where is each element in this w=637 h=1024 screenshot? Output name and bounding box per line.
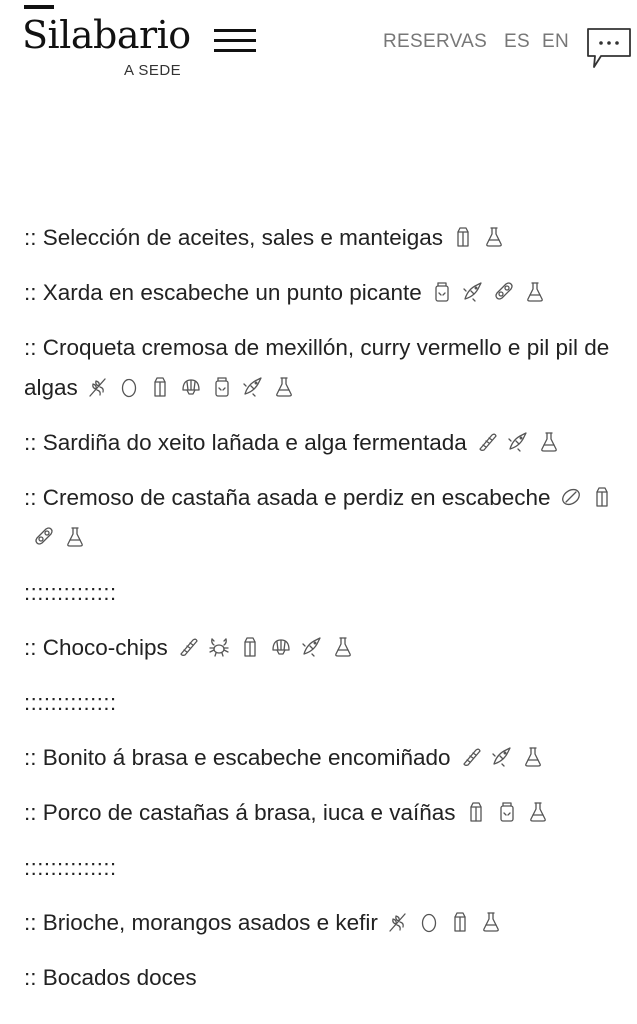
milk-icon xyxy=(149,375,171,399)
tasting-menu-list: :: Selección de aceites, sales e manteig… xyxy=(24,218,634,1013)
separator-text: :::::::::::::: xyxy=(24,855,117,880)
crustacean-icon xyxy=(208,635,230,659)
chat-bubble-icon[interactable] xyxy=(585,23,633,71)
dish-name: :: Choco-chips xyxy=(24,635,168,660)
dish-name: :: Cremoso de castaña asada e perdiz en … xyxy=(24,485,551,510)
menu-dish: :: Bonito á brasa e escabeche encomiñado xyxy=(24,738,634,778)
dish-name: :: Bonito á brasa e escabeche encomiñado xyxy=(24,745,451,770)
soy-icon xyxy=(33,525,55,549)
site-logo[interactable]: Silabario xyxy=(22,16,191,54)
fish-icon xyxy=(491,745,513,769)
sulphites-icon xyxy=(538,430,560,454)
milk-icon xyxy=(591,485,613,509)
fish-icon xyxy=(301,635,323,659)
lang-es-link[interactable]: ES xyxy=(504,31,530,53)
dish-name: :: Brioche, morangos asados e kefir xyxy=(24,910,378,935)
sulphites-icon xyxy=(273,375,295,399)
menu-separator: :::::::::::::: xyxy=(24,683,634,723)
menu-dish: :: Selección de aceites, sales e manteig… xyxy=(24,218,634,258)
nav-reservas-link[interactable]: RESERVAS xyxy=(383,31,487,53)
celery-icon xyxy=(177,635,199,659)
gluten-icon xyxy=(87,375,109,399)
logo-topbar xyxy=(24,5,54,9)
menu-dish: :: Brioche, morangos asados e kefir xyxy=(24,903,634,943)
milk-icon xyxy=(452,225,474,249)
milk-icon xyxy=(465,800,487,824)
soy-icon xyxy=(493,280,515,304)
menu-separator: :::::::::::::: xyxy=(24,573,634,613)
mustard-icon xyxy=(431,280,453,304)
sulphites-icon xyxy=(480,910,502,934)
mustard-icon xyxy=(211,375,233,399)
mollusc-icon xyxy=(180,375,202,399)
mustard-icon xyxy=(496,800,518,824)
dish-name: :: Croqueta cremosa de mexillón, curry v… xyxy=(24,335,610,400)
menu-dish: :: Xarda en escabeche un punto picante xyxy=(24,273,634,313)
sulphites-icon xyxy=(483,225,505,249)
sulphites-icon xyxy=(64,525,86,549)
celery-icon xyxy=(460,745,482,769)
dish-name: :: Sardiña do xeito lañada e alga fermen… xyxy=(24,430,467,455)
dish-name: :: Xarda en escabeche un punto picante xyxy=(24,280,422,305)
egg-icon xyxy=(118,375,140,399)
menu-dish: :: Cremoso de castaña asada e perdiz en … xyxy=(24,478,634,558)
lang-en-link[interactable]: EN xyxy=(542,31,569,53)
milk-icon xyxy=(239,635,261,659)
dish-name: :: Bocados doces xyxy=(24,965,197,990)
menu-separator: :::::::::::::: xyxy=(24,848,634,888)
fish-icon xyxy=(507,430,529,454)
gluten-icon xyxy=(387,910,409,934)
hamburger-menu-icon[interactable] xyxy=(214,29,256,55)
nuts-icon xyxy=(560,485,582,509)
milk-icon xyxy=(449,910,471,934)
sulphites-icon xyxy=(332,635,354,659)
menu-dish: :: Croqueta cremosa de mexillón, curry v… xyxy=(24,328,634,408)
sulphites-icon xyxy=(522,745,544,769)
menu-dish: :: Sardiña do xeito lañada e alga fermen… xyxy=(24,423,634,463)
separator-text: :::::::::::::: xyxy=(24,580,117,605)
mollusc-icon xyxy=(270,635,292,659)
fish-icon xyxy=(462,280,484,304)
celery-icon xyxy=(476,430,498,454)
dish-name: :: Selección de aceites, sales e manteig… xyxy=(24,225,443,250)
fish-icon xyxy=(242,375,264,399)
sulphites-icon xyxy=(524,280,546,304)
menu-dish: :: Porco de castañas á brasa, iuca e vaí… xyxy=(24,793,634,833)
sulphites-icon xyxy=(527,800,549,824)
menu-dish: :: Bocados doces xyxy=(24,958,634,998)
separator-text: :::::::::::::: xyxy=(24,690,117,715)
logo-subtitle: A SEDE xyxy=(124,62,182,79)
dish-name: :: Porco de castañas á brasa, iuca e vaí… xyxy=(24,800,456,825)
egg-icon xyxy=(418,910,440,934)
menu-dish: :: Choco-chips xyxy=(24,628,634,668)
